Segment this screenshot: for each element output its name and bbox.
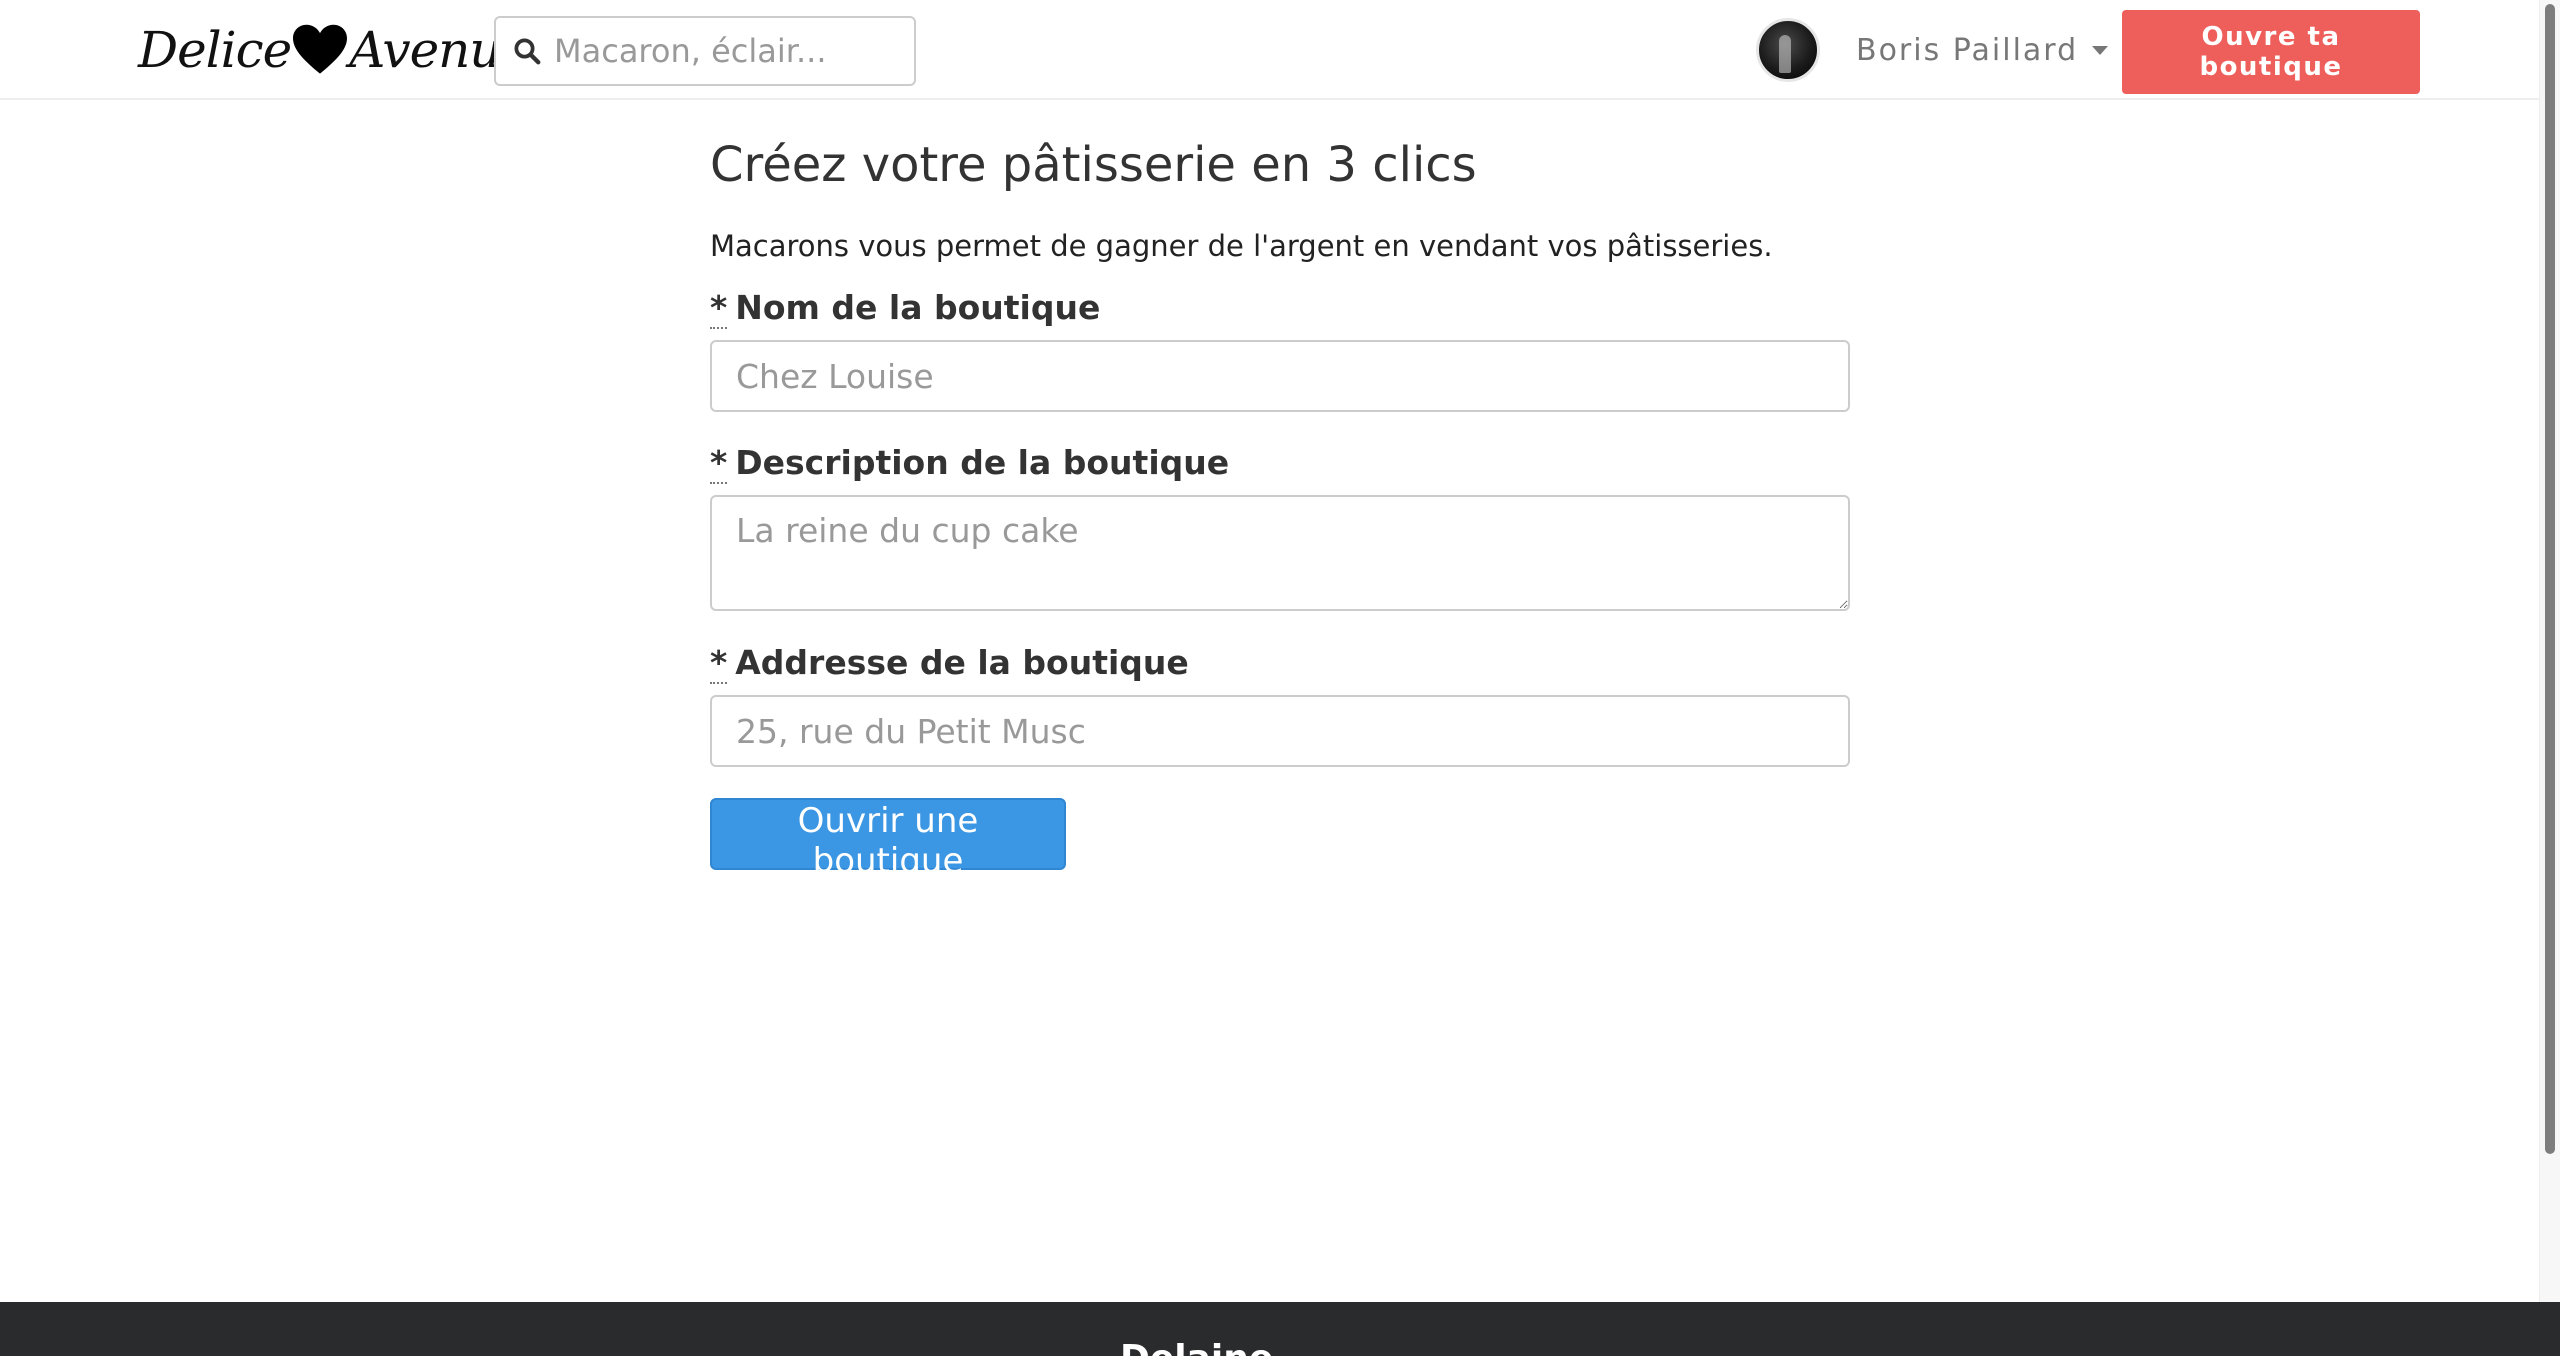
search-icon bbox=[514, 38, 541, 65]
avatar[interactable] bbox=[1756, 18, 1820, 82]
user-name: Boris Paillard bbox=[1856, 32, 2079, 68]
footer: Delaine bbox=[0, 1302, 2560, 1356]
heart-icon bbox=[293, 24, 348, 74]
shop-name-label: * Nom de la boutique bbox=[710, 288, 1101, 329]
create-shop-form: Créez votre pâtisserie en 3 clics Macaro… bbox=[710, 130, 1850, 881]
open-shop-submit-button[interactable]: Ouvrir une boutique bbox=[710, 798, 1066, 881]
shop-address-input[interactable] bbox=[710, 695, 1850, 767]
user-menu-dropdown[interactable]: Boris Paillard bbox=[1856, 28, 2109, 72]
shop-name-input[interactable] bbox=[710, 340, 1850, 412]
scrollbar-thumb[interactable] bbox=[2545, 4, 2555, 1154]
required-mark: * bbox=[710, 443, 728, 484]
shop-description-textarea[interactable] bbox=[710, 495, 1850, 611]
caret-down-icon bbox=[2092, 45, 2109, 55]
footer-brand: Delaine bbox=[1120, 1338, 1273, 1356]
search-input[interactable] bbox=[552, 31, 896, 71]
search-box bbox=[494, 16, 916, 86]
shop-description-label: * Description de la boutique bbox=[710, 443, 1230, 484]
brand-logo[interactable]: Delice Avenue bbox=[138, 14, 530, 86]
page: Delice Avenue Boris Paillard Ouvre ta bo… bbox=[0, 0, 2560, 1356]
shop-address-label: * Addresse de la boutique bbox=[710, 643, 1189, 684]
intro-text: Macarons vous permet de gagner de l'arge… bbox=[710, 229, 1773, 263]
required-mark: * bbox=[710, 643, 728, 684]
logo-text-delice: Delice bbox=[138, 21, 292, 79]
open-shop-button[interactable]: Ouvre ta boutique bbox=[2122, 10, 2420, 94]
scrollbar[interactable] bbox=[2539, 0, 2560, 1302]
page-title: Créez votre pâtisserie en 3 clics bbox=[710, 137, 1477, 193]
required-mark: * bbox=[710, 288, 728, 329]
navbar: Delice Avenue Boris Paillard Ouvre ta bo… bbox=[0, 0, 2540, 100]
